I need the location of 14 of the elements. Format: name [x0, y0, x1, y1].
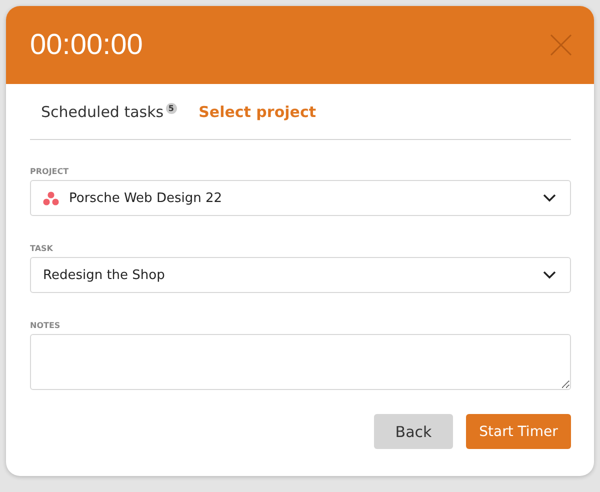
chevron-icon — [543, 194, 556, 202]
back-button[interactable]: Back — [374, 414, 453, 449]
field-label: NOTES — [30, 321, 62, 330]
select-field[interactable]: Porsche Web Design 22 — [30, 180, 571, 216]
notes-field[interactable] — [30, 334, 571, 390]
close-icon[interactable] — [550, 34, 572, 56]
chevron-icon — [543, 271, 556, 279]
field-label: TASK — [30, 244, 54, 253]
timer-display: 00:00:00 — [30, 28, 143, 62]
dots-icon — [43, 190, 59, 206]
field-label: PROJECT — [30, 167, 70, 176]
count-badge: 5 — [166, 102, 177, 114]
select-field[interactable]: Redesign the Shop — [30, 257, 571, 293]
tab[interactable]: Scheduled tasks 5 — [41, 102, 177, 120]
